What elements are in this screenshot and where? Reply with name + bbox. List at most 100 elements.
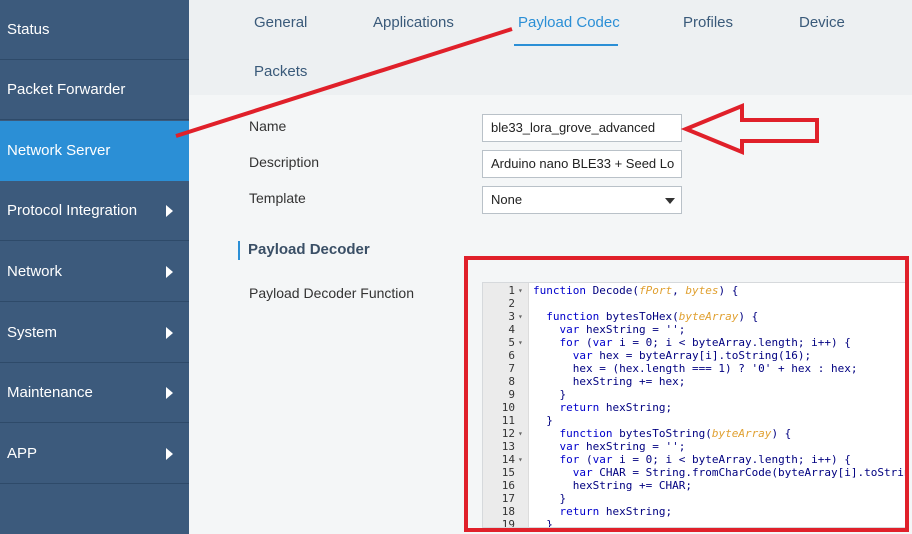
line-number: 8: [508, 375, 515, 388]
code-text: var hexString = '';: [559, 323, 686, 336]
template-select-value: None: [491, 192, 523, 207]
fold-toggle-icon[interactable]: ▾: [518, 453, 523, 466]
code-text: function bytesToString(byteArray) {: [559, 427, 792, 440]
chevron-right-icon: [166, 204, 173, 217]
chevron-right-icon: [166, 326, 173, 339]
code-line[interactable]: 6 var hex = byteArray[i].toString(16);: [483, 349, 906, 362]
template-select[interactable]: None: [482, 186, 682, 214]
active-tab-indicator: [514, 44, 618, 46]
chevron-right-icon: [166, 447, 173, 460]
code-line[interactable]: 3 ▾ function bytesToHex(byteArray) {: [483, 310, 906, 323]
code-line[interactable]: 12 ▾ function bytesToString(byteArray) {: [483, 427, 906, 440]
tab-bar: General Applications Payload Codec Profi…: [189, 0, 912, 95]
sidebar-item-label: Packet Forwarder: [7, 81, 126, 98]
sidebar-item-label: Network Server: [7, 142, 111, 159]
sidebar-item-label: APP: [7, 445, 38, 462]
line-number: 11: [501, 414, 515, 427]
sidebar-item-packet-forwarder[interactable]: Packet Forwarder: [0, 60, 189, 120]
code-text: var hex = byteArray[i].toString(16);: [572, 349, 812, 362]
sidebar-item-maintenance[interactable]: Maintenance: [0, 363, 189, 423]
line-number: 17: [501, 492, 515, 505]
code-line[interactable]: 10 return hexString;: [483, 401, 906, 414]
name-label: Name: [249, 118, 287, 134]
code-text: function bytesToHex(byteArray) {: [546, 310, 759, 323]
code-text: }: [533, 518, 553, 528]
code-line[interactable]: 7 hex = (hex.length === 1) ? '0' + hex :…: [483, 362, 906, 375]
code-text: }: [533, 388, 567, 401]
sidebar-item-app[interactable]: APP: [0, 424, 189, 484]
code-line[interactable]: 18 return hexString;: [483, 505, 906, 518]
sidebar-item-label: Protocol Integration: [7, 202, 138, 219]
code-text: }: [533, 492, 567, 505]
sidebar-item-protocol-integration[interactable]: Protocol Integration: [0, 181, 189, 241]
name-input[interactable]: ble33_lora_grove_advanced: [482, 114, 682, 142]
tab-profiles[interactable]: Profiles: [683, 14, 733, 31]
code-line[interactable]: 4 var hexString = '';: [483, 323, 906, 336]
tab-packets[interactable]: Packets: [254, 63, 307, 80]
code-line[interactable]: 1 ▾ function Decode(fPort, bytes) {: [483, 284, 906, 297]
tab-device[interactable]: Device: [799, 14, 845, 31]
decoder-function-label: Payload Decoder Function: [249, 285, 414, 301]
tab-payload-codec[interactable]: Payload Codec: [518, 14, 620, 31]
code-line[interactable]: 16 hexString += CHAR;: [483, 479, 906, 492]
fold-toggle-icon[interactable]: ▾: [518, 284, 523, 297]
line-number: 9: [508, 388, 515, 401]
code-line[interactable]: 17 }: [483, 492, 906, 505]
line-number: 7: [508, 362, 515, 375]
sidebar-item-label: Network: [7, 263, 63, 280]
code-line[interactable]: 8 hexString += hex;: [483, 375, 906, 388]
line-number: 14: [501, 453, 515, 466]
line-number: 19: [501, 518, 515, 528]
code-line[interactable]: 13 var hexString = '';: [483, 440, 906, 453]
code-line[interactable]: 19 }: [483, 518, 906, 528]
fold-toggle-icon[interactable]: ▾: [518, 336, 523, 349]
line-number: 4: [508, 323, 515, 336]
line-number: 15: [501, 466, 515, 479]
code-line[interactable]: 9 }: [483, 388, 906, 401]
code-text: }: [533, 414, 553, 427]
code-line[interactable]: 5 ▾ for (var i = 0; i < byteArray.length;…: [483, 336, 906, 349]
code-text: hexString += hex;: [533, 375, 686, 388]
tab-general[interactable]: General: [254, 14, 307, 31]
template-label: Template: [249, 190, 306, 206]
sidebar-item-network[interactable]: Network: [0, 242, 189, 302]
sidebar-item-status[interactable]: Status: [0, 0, 189, 60]
sidebar-item-network-server[interactable]: Network Server: [0, 121, 189, 181]
fold-toggle-icon[interactable]: ▾: [518, 427, 523, 440]
code-text: return hexString;: [559, 401, 673, 414]
description-input[interactable]: Arduino nano BLE33 + Seed Lo: [482, 150, 682, 178]
sidebar-item-label: Status: [7, 21, 50, 38]
code-line[interactable]: 15 var CHAR = String.fromCharCode(byteAr…: [483, 466, 906, 479]
code-line[interactable]: 2: [483, 297, 906, 310]
annotation-arrow-icon: [680, 103, 819, 155]
line-number: 5: [508, 336, 515, 349]
line-number: 3: [508, 310, 515, 323]
tab-applications[interactable]: Applications: [373, 14, 454, 31]
code-text: var CHAR = String.fromCharCode(byteArray…: [572, 466, 906, 479]
code-editor[interactable]: 1 ▾ function Decode(fPort, bytes) {2 3 ▾ fun…: [482, 282, 907, 528]
chevron-right-icon: [166, 386, 173, 399]
line-number: 18: [501, 505, 515, 518]
code-text: var hexString = '';: [559, 440, 686, 453]
line-number: 12: [501, 427, 515, 440]
line-number: 1: [508, 284, 515, 297]
chevron-down-icon: [665, 198, 675, 204]
sidebar-item-system[interactable]: System: [0, 303, 189, 363]
code-text: for (var i = 0; i < byteArray.length; i+…: [559, 453, 851, 466]
description-label: Description: [249, 154, 320, 170]
sidebar: Status Packet Forwarder Network Server P…: [0, 0, 189, 534]
line-number: 2: [508, 297, 515, 310]
code-text: hexString += CHAR;: [533, 479, 692, 492]
line-number: 10: [501, 401, 515, 414]
line-number: 6: [508, 349, 515, 362]
code-text: return hexString;: [559, 505, 673, 518]
code-line[interactable]: 11 }: [483, 414, 906, 427]
line-number: 13: [501, 440, 515, 453]
section-title-payload-decoder: Payload Decoder: [238, 241, 370, 260]
fold-toggle-icon[interactable]: ▾: [518, 310, 523, 323]
sidebar-item-label: System: [7, 324, 58, 341]
chevron-right-icon: [166, 265, 173, 278]
code-text: for (var i = 0; i < byteArray.length; i+…: [559, 336, 851, 349]
line-number: 16: [501, 479, 515, 492]
code-line[interactable]: 14 ▾ for (var i = 0; i < byteArray.length…: [483, 453, 906, 466]
